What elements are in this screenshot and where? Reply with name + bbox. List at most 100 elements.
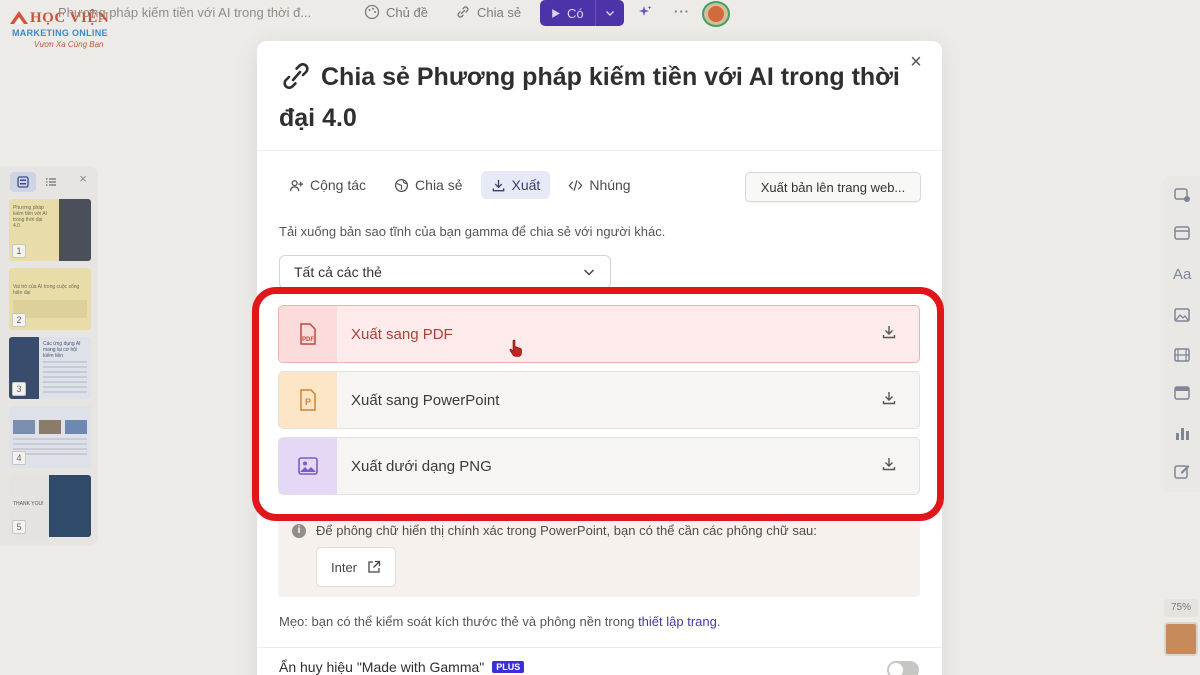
ai-sparkle-button[interactable] xyxy=(637,4,653,20)
present-label: Có xyxy=(567,5,584,21)
user-avatar[interactable] xyxy=(702,1,730,27)
palette-icon xyxy=(364,4,380,20)
hand-cursor-icon xyxy=(509,339,522,357)
slide-thumbnail[interactable]: Vai trò của AI trong cuộc sống hiện đại … xyxy=(9,268,91,330)
tab-label: Xuất xyxy=(511,177,541,193)
slide-thumbnail[interactable]: Các ứng dụng AI mang lại cơ hội kiếm tiề… xyxy=(9,337,91,399)
export-powerpoint-button[interactable]: P Xuất sang PowerPoint xyxy=(278,371,920,429)
thumbnail-view-tabs xyxy=(10,172,64,192)
add-user-icon xyxy=(289,179,304,191)
cards-icon xyxy=(17,176,29,188)
modal-title: Chia sẻ Phương pháp kiếm tiền với AI tro… xyxy=(279,57,919,139)
sparkle-icon xyxy=(639,5,652,16)
zoom-level[interactable]: 75% xyxy=(1164,599,1198,617)
font-link-chip[interactable]: Inter xyxy=(316,547,396,587)
close-icon[interactable]: × xyxy=(907,52,925,72)
theme-button[interactable]: Chủ đề xyxy=(364,4,428,20)
info-icon: i xyxy=(292,524,306,538)
watermark-logo: HỌC VIỆN MARKETING ONLINE Vươn Xa Cùng B… xyxy=(8,6,118,50)
chevron-down-icon xyxy=(583,269,595,276)
globe-icon xyxy=(395,178,409,192)
share-button[interactable]: Chia sẻ xyxy=(455,4,521,20)
pdf-icon-box: PDF xyxy=(279,306,337,362)
export-label: Xuất dưới dạng PNG xyxy=(351,457,492,475)
slide-thumbnail[interactable]: 4 xyxy=(9,406,91,468)
logo-tagline: Vươn Xa Cùng Bạn xyxy=(34,40,104,49)
theme-label: Chủ đề xyxy=(386,4,428,20)
slide-thumbnail[interactable]: THANK YOU! 5 xyxy=(9,475,91,537)
svg-text:P: P xyxy=(305,397,311,407)
external-link-icon xyxy=(368,560,381,573)
image-icon[interactable] xyxy=(1173,306,1191,324)
font-name: Inter xyxy=(330,559,357,575)
chevron-down-icon xyxy=(605,10,615,17)
tab-embed[interactable]: Nhúng xyxy=(558,171,640,199)
text-icon[interactable]: Aa xyxy=(1173,266,1191,284)
tab-export[interactable]: Xuất xyxy=(480,171,551,199)
present-button[interactable]: Có xyxy=(540,0,624,26)
hide-badge-toggle[interactable] xyxy=(887,661,919,675)
slide-thumbnail[interactable]: Phương pháp kiếm tiền với AI trong thời … xyxy=(9,199,91,261)
thumbnail-text: THANK YOU! xyxy=(13,501,44,507)
table-icon[interactable] xyxy=(1173,384,1191,402)
code-icon xyxy=(568,179,583,191)
grid-view-tab[interactable] xyxy=(10,172,36,192)
play-icon xyxy=(552,8,560,18)
export-pdf-button[interactable]: PDF Xuất sang PDF xyxy=(278,305,920,363)
tab-share[interactable]: Chia sẻ xyxy=(384,171,472,199)
publish-to-web-button[interactable]: Xuất bản lên trang web... xyxy=(745,172,921,202)
video-icon[interactable] xyxy=(1173,346,1191,364)
close-thumbnails-icon[interactable]: × xyxy=(76,172,90,186)
share-tabs: Cộng tác Chia sẻ Xuất Nhúng xyxy=(279,171,641,199)
link-icon xyxy=(279,61,313,90)
thumbnail-text: Các ứng dụng AI mang lại cơ hội kiếm tiề… xyxy=(43,341,81,359)
card-range-select[interactable]: Tất cả các thẻ xyxy=(279,255,611,289)
right-tool-rail: Aa xyxy=(1162,176,1200,492)
hide-badge-option: Ẩn huy hiệu "Made with Gamma" PLUS xyxy=(279,659,525,675)
image-icon xyxy=(298,457,318,475)
tip-prefix: Mẹo: bạn có thể kiểm soát kích thước thẻ… xyxy=(279,614,639,629)
thumbnail-number: 5 xyxy=(12,520,26,534)
share-label: Chia sẻ xyxy=(477,4,522,20)
top-bar: Phương pháp kiếm tiền với AI trong thời … xyxy=(0,0,1200,30)
layout-icon[interactable] xyxy=(1173,224,1191,242)
divider xyxy=(257,647,942,648)
edit-icon[interactable] xyxy=(1173,462,1191,480)
page-setup-link[interactable]: thiết lập trang xyxy=(638,614,717,629)
more-icon: ··· xyxy=(674,4,690,19)
logo-sub: MARKETING ONLINE xyxy=(12,28,108,38)
more-button[interactable]: ··· xyxy=(674,4,690,19)
minimap-thumbnail[interactable] xyxy=(1164,622,1198,656)
link-icon xyxy=(457,6,469,18)
tab-label: Chia sẻ xyxy=(415,177,463,193)
export-label: Xuất sang PDF xyxy=(351,325,453,343)
export-png-button[interactable]: Xuất dưới dạng PNG xyxy=(278,437,920,495)
thumbnail-number: 2 xyxy=(12,313,26,327)
download-icon xyxy=(881,324,901,344)
page-setup-tip: Mẹo: bạn có thể kiểm soát kích thước thẻ… xyxy=(279,614,720,629)
present-dropdown[interactable] xyxy=(596,7,624,19)
tab-label: Cộng tác xyxy=(310,177,367,193)
present-main[interactable]: Có xyxy=(540,0,596,26)
list-icon xyxy=(46,178,56,186)
thumbnail-text: Phương pháp kiếm tiền với AI trong thời … xyxy=(13,205,48,229)
add-card-icon[interactable] xyxy=(1173,186,1191,204)
select-value: Tất cả các thẻ xyxy=(294,264,382,280)
tab-label: Nhúng xyxy=(589,177,631,193)
pdf-file-icon: PDF xyxy=(300,323,316,345)
list-view-tab[interactable] xyxy=(38,172,64,192)
png-icon-box xyxy=(279,438,337,494)
tab-collaborate[interactable]: Cộng tác xyxy=(279,171,376,199)
thumbnail-number: 3 xyxy=(12,382,26,396)
badge-label-text: Ẩn huy hiệu "Made with Gamma" xyxy=(279,659,485,675)
svg-text:PDF: PDF xyxy=(302,337,314,343)
thumbnail-number: 1 xyxy=(12,244,26,258)
download-icon xyxy=(881,456,901,476)
plus-badge: PLUS xyxy=(492,661,525,673)
chart-icon[interactable] xyxy=(1173,424,1191,442)
slide-thumbnails-panel: × Phương pháp kiếm tiền với AI trong thờ… xyxy=(0,166,98,546)
thumbnail-text: Vai trò của AI trong cuộc sống hiện đại xyxy=(13,284,80,296)
modal-header: Chia sẻ Phương pháp kiếm tiền với AI tro… xyxy=(257,41,942,151)
modal-title-text: Chia sẻ Phương pháp kiếm tiền với AI tro… xyxy=(279,63,900,132)
font-note-text: Để phông chữ hiển thị chính xác trong Po… xyxy=(316,523,817,538)
